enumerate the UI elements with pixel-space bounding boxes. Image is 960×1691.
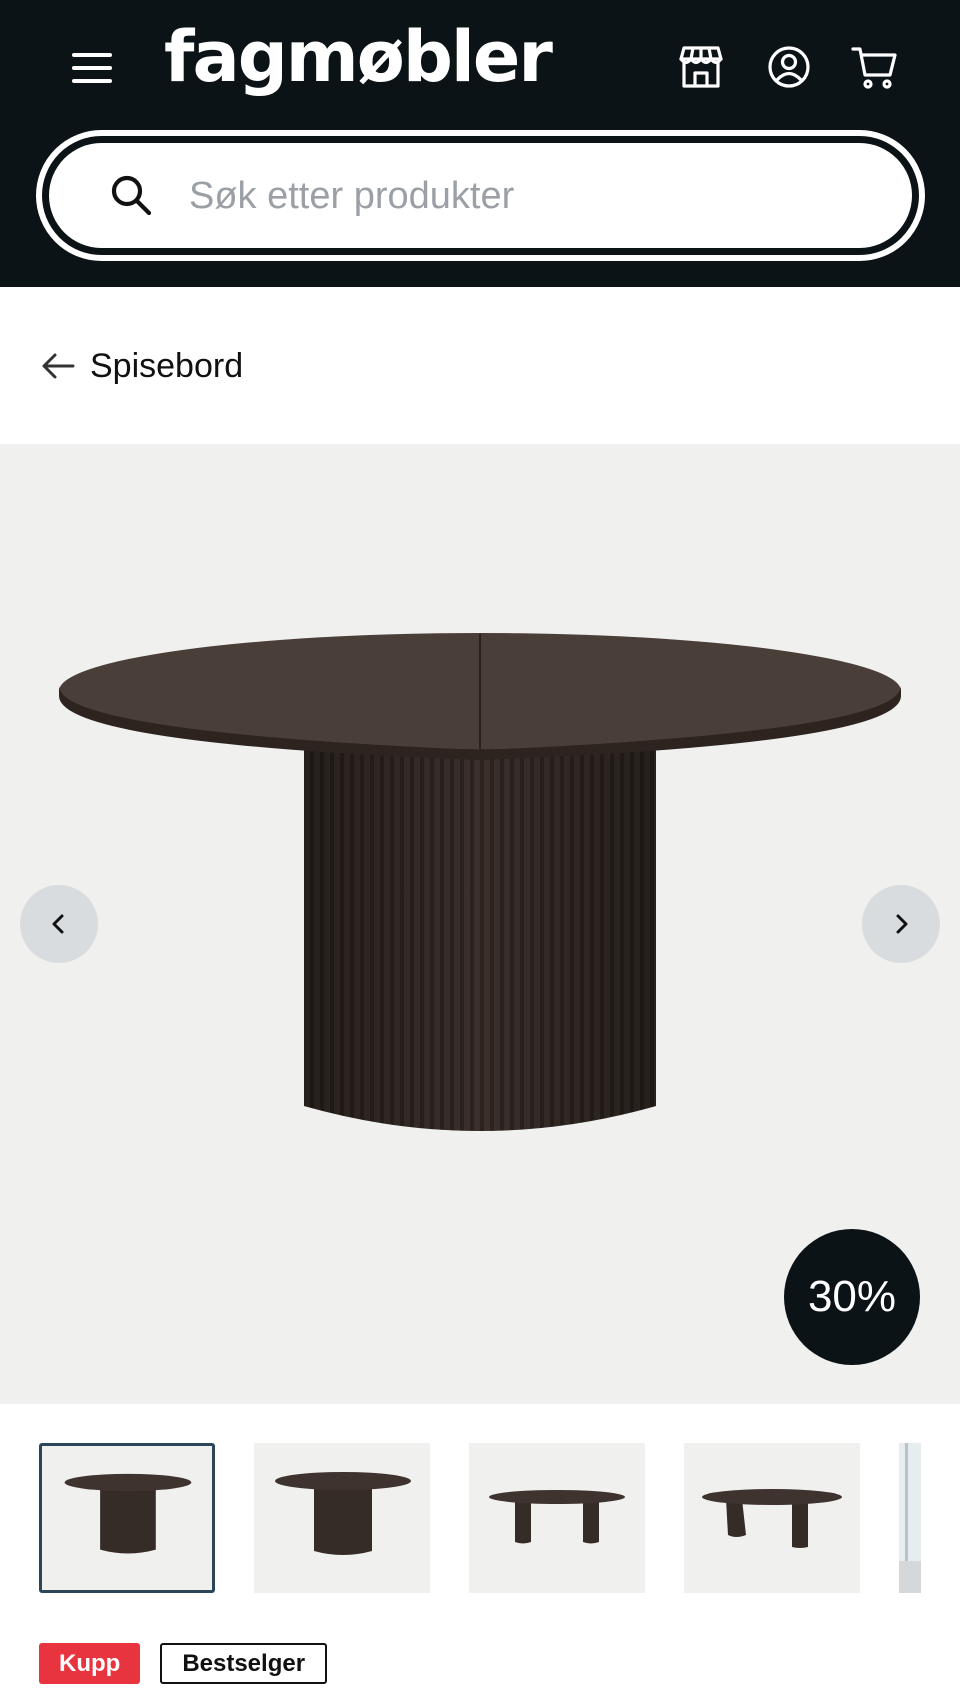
- site-logo[interactable]: fagmøbler: [164, 22, 553, 92]
- kupp-badge: Kupp: [39, 1643, 141, 1684]
- breadcrumb-label: Spisebord: [90, 346, 244, 385]
- breadcrumb[interactable]: Spisebord: [40, 340, 243, 392]
- search-box: [49, 143, 912, 248]
- thumbnail-3[interactable]: [469, 1443, 645, 1593]
- store-icon[interactable]: [676, 42, 726, 92]
- thumbnail-2[interactable]: [254, 1443, 430, 1593]
- product-badges: Kupp Bestselger: [39, 1643, 328, 1684]
- thumbnail-1[interactable]: [39, 1443, 215, 1593]
- search-bar: [36, 130, 925, 261]
- search-icon[interactable]: [107, 171, 155, 219]
- gallery-prev-button[interactable]: [20, 885, 98, 963]
- thumbnail-5[interactable]: [899, 1443, 921, 1593]
- chevron-left-icon: [52, 914, 64, 934]
- thumbnail-4[interactable]: [684, 1443, 860, 1593]
- account-icon[interactable]: [764, 42, 814, 92]
- cart-icon[interactable]: [850, 42, 900, 92]
- site-header: fagmøbler: [0, 0, 960, 287]
- product-gallery[interactable]: 30%: [0, 444, 960, 1404]
- search-input[interactable]: [189, 161, 849, 231]
- arrow-left-icon: [42, 353, 75, 379]
- gallery-next-button[interactable]: [862, 885, 940, 963]
- bestseller-badge: Bestselger: [160, 1643, 328, 1684]
- discount-badge: 30%: [784, 1229, 920, 1365]
- thumbnail-strip: [0, 1443, 960, 1595]
- chevron-right-icon: [896, 914, 908, 934]
- hamburger-menu-icon[interactable]: [70, 50, 114, 86]
